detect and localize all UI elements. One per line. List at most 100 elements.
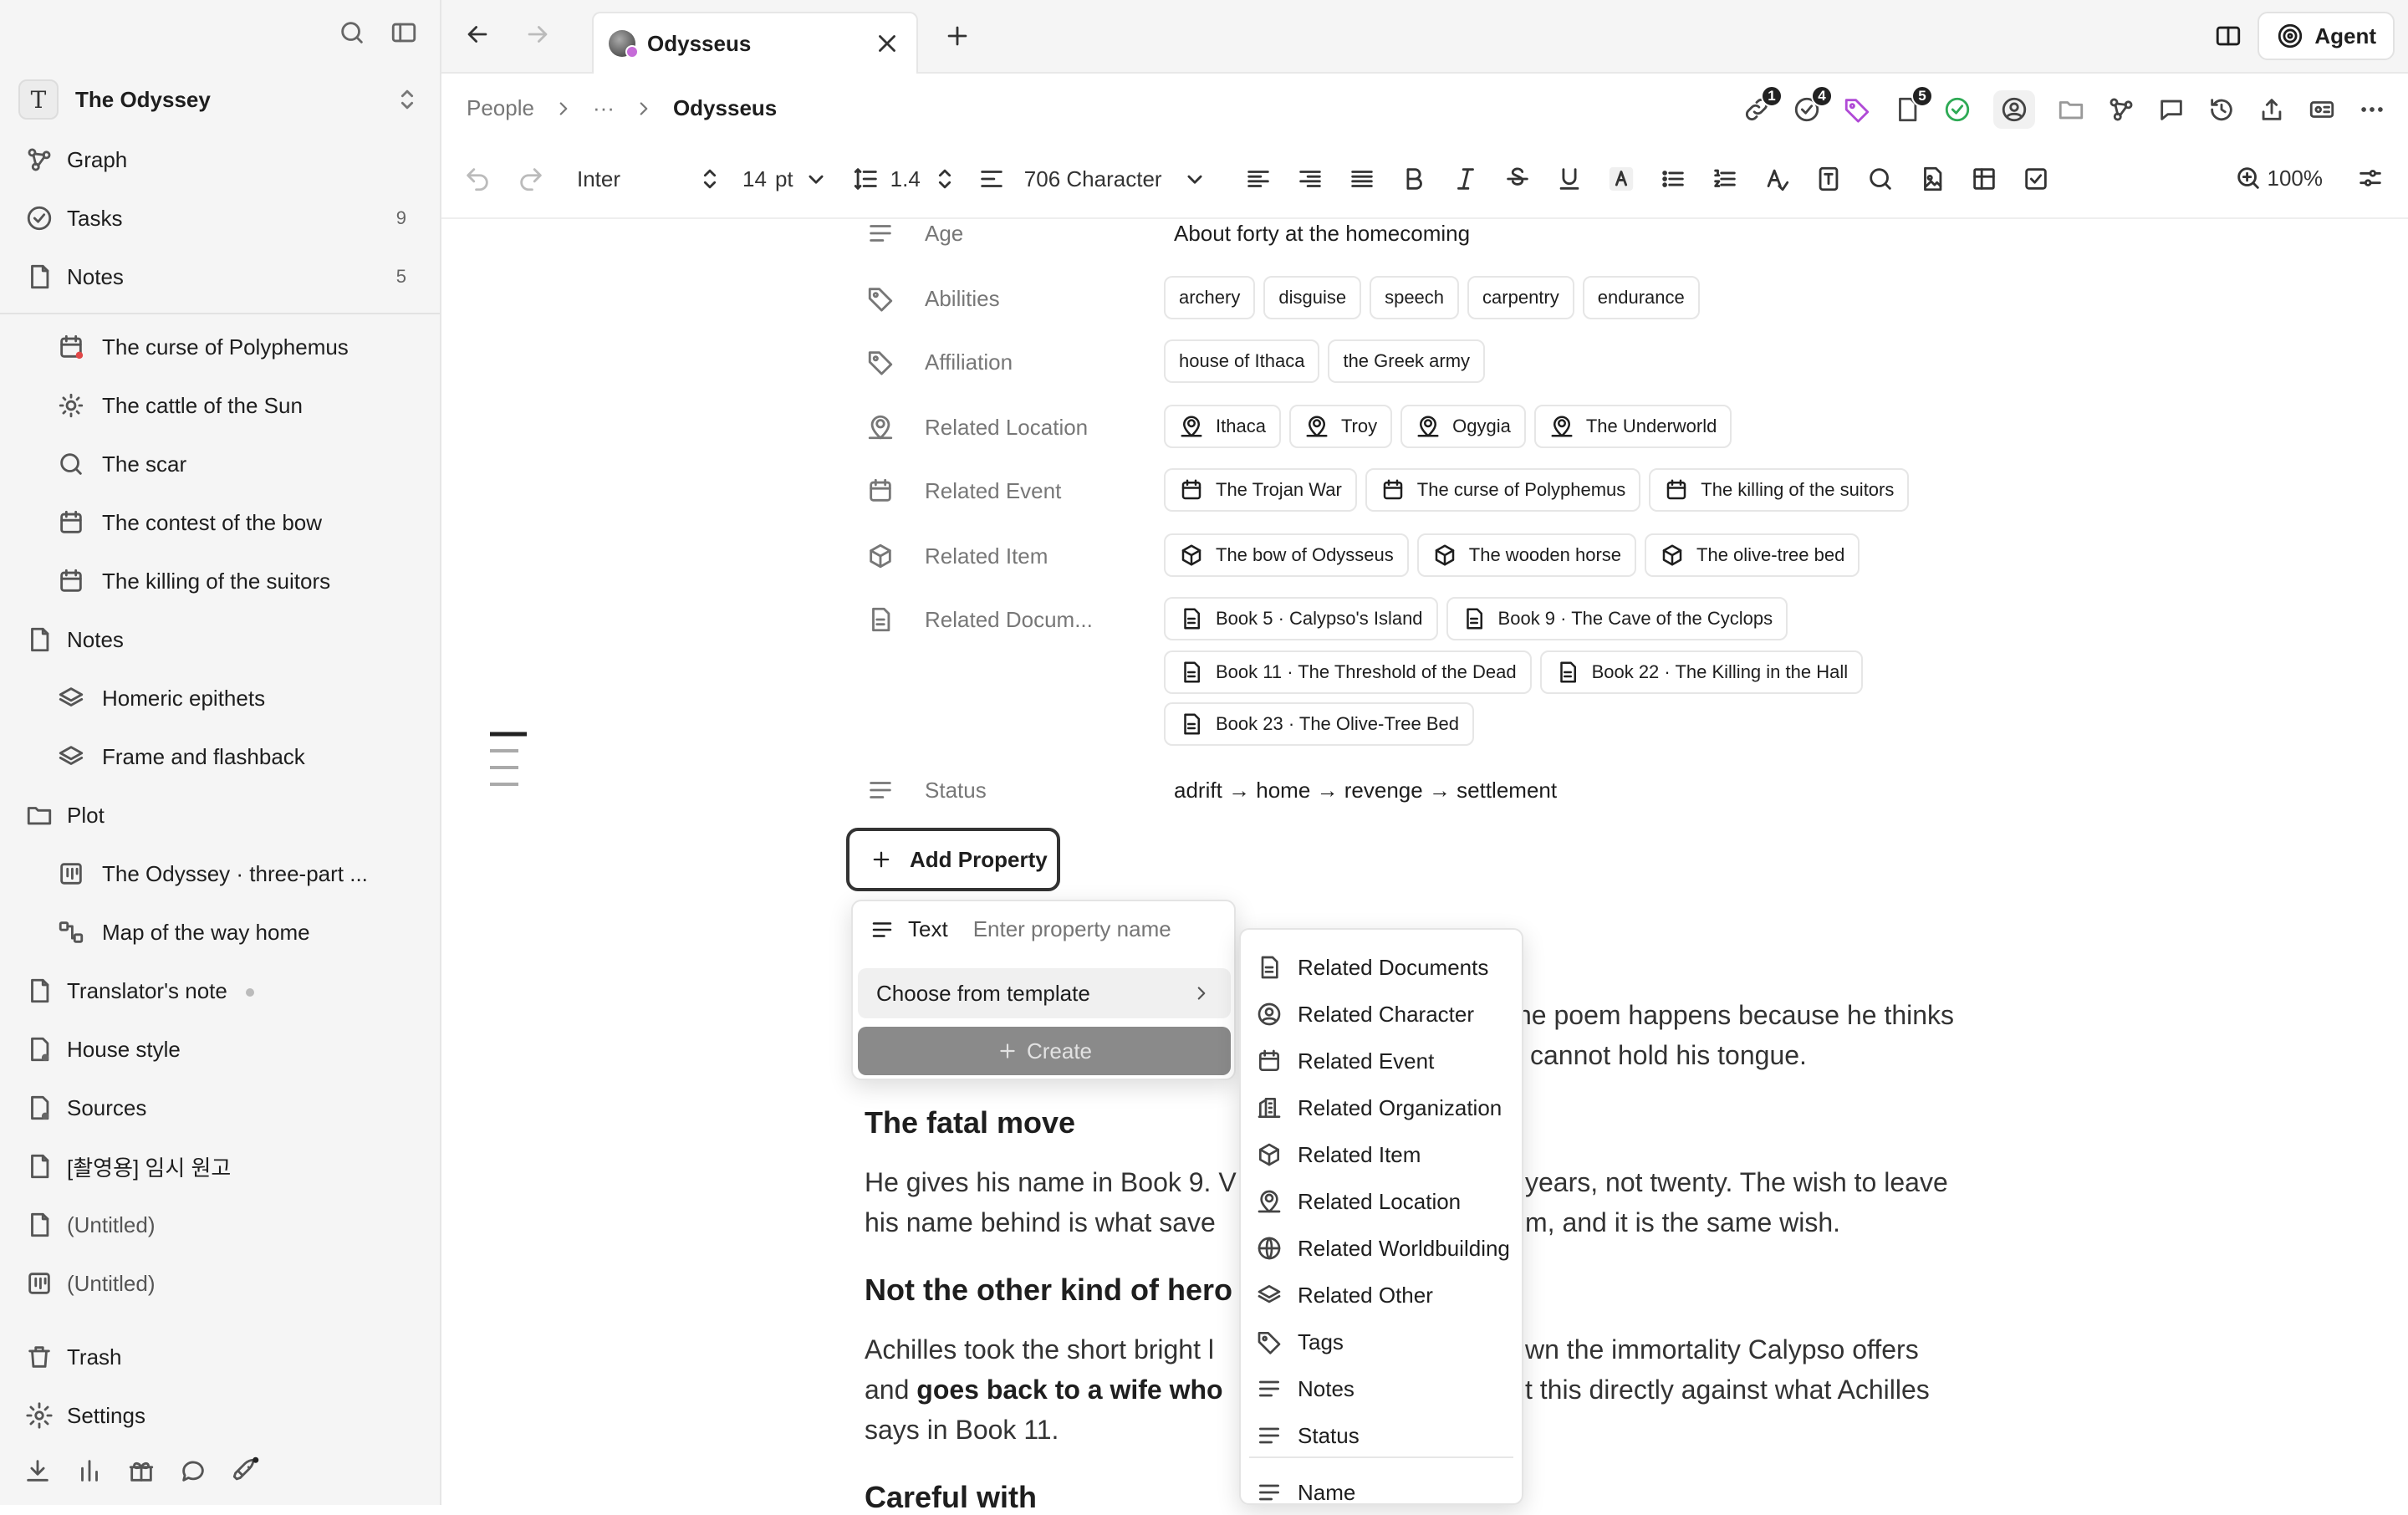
tag-chip[interactable]: disguise <box>1263 276 1362 319</box>
document-chip[interactable]: Book 9 · The Cave of the Cyclops <box>1446 597 1788 640</box>
strikethrough-icon[interactable] <box>1503 165 1532 193</box>
sidebar-item-homeric-epithets[interactable]: Homeric epithets <box>0 672 440 724</box>
underline-icon[interactable] <box>1555 165 1584 193</box>
document-chip[interactable]: Book 23 · The Olive-Tree Bed <box>1164 702 1475 746</box>
document-chip[interactable]: Book 5 · Calypso's Island <box>1164 597 1438 640</box>
menu-item-name[interactable]: Name <box>1256 1472 1355 1503</box>
id-card-icon[interactable] <box>2308 95 2336 124</box>
note-block-icon[interactable] <box>1814 165 1843 193</box>
sidebar-item-three-part[interactable]: The Odyssey · three-part ... <box>0 848 440 900</box>
menu-item-notes[interactable]: Notes <box>1256 1368 1354 1410</box>
sidebar-item-house-style[interactable]: House style <box>0 1023 440 1075</box>
event-chip[interactable]: The curse of Polyphemus <box>1365 468 1641 512</box>
template-select[interactable]: 706 Character <box>977 165 1209 193</box>
outline-toggle[interactable] <box>488 731 528 791</box>
redo-icon[interactable] <box>517 165 545 193</box>
property-value-status[interactable]: adrift → home → revenge → settlement <box>1174 778 1557 803</box>
zoom-value[interactable]: 100% <box>2268 166 2324 191</box>
font-size-select[interactable]: 14 pt <box>742 165 830 193</box>
menu-item-related-character[interactable]: Related Character <box>1256 993 1474 1035</box>
bold-icon[interactable] <box>1400 165 1428 193</box>
back-arrow-icon[interactable] <box>463 20 492 48</box>
tab-odysseus[interactable]: Odysseus <box>592 12 918 74</box>
sidebar-item-frame-and-flashback[interactable]: Frame and flashback <box>0 731 440 783</box>
share-icon[interactable] <box>2258 95 2286 124</box>
rocket-icon[interactable] <box>231 1456 259 1485</box>
location-chip[interactable]: Ogygia <box>1400 405 1526 448</box>
text-color-icon[interactable] <box>1607 165 1635 193</box>
numbered-list-icon[interactable] <box>1711 165 1739 193</box>
chat-icon[interactable] <box>179 1456 207 1485</box>
comment-icon[interactable] <box>2157 95 2186 124</box>
table-icon[interactable] <box>1970 165 1998 193</box>
sidebar-item-cattle-of-the-sun[interactable]: The cattle of the Sun <box>0 380 440 431</box>
sidebar-item-translators-note[interactable]: Translator's note <box>0 965 440 1017</box>
tag-chip[interactable]: speech <box>1370 276 1460 319</box>
sidebar-item-curse-of-polyphemus[interactable]: The curse of Polyphemus <box>0 321 440 373</box>
sidebar-item-notes[interactable]: Notes 5 <box>0 251 440 303</box>
menu-item-status[interactable]: Status <box>1256 1415 1360 1456</box>
sidebar-item-contest-of-the-bow[interactable]: The contest of the bow <box>0 497 440 548</box>
split-view-icon[interactable] <box>2214 22 2242 50</box>
create-property-button[interactable]: Create <box>858 1027 1231 1075</box>
image-doc-icon[interactable] <box>1918 165 1946 193</box>
sidebar-item-draft[interactable]: [촬영용] 임시 원고 <box>0 1140 440 1192</box>
clear-format-icon[interactable] <box>1763 165 1791 193</box>
breadcrumb-people[interactable]: People <box>467 95 534 121</box>
menu-item-related-documents[interactable]: Related Documents <box>1256 946 1488 988</box>
menu-item-tags[interactable]: Tags <box>1256 1321 1344 1363</box>
location-chip[interactable]: Troy <box>1288 405 1393 448</box>
sidebar-item-the-scar[interactable]: The scar <box>0 438 440 490</box>
property-value-age[interactable]: About forty at the homecoming <box>1174 221 1470 247</box>
item-chip[interactable]: The wooden horse <box>1416 533 1637 577</box>
sidebar-item-map-of-the-way-home[interactable]: Map of the way home <box>0 906 440 958</box>
sidebar-item-tasks[interactable]: Tasks 9 <box>0 192 440 244</box>
tag-chip[interactable]: endurance <box>1582 276 1700 319</box>
item-chip[interactable]: The bow of Odysseus <box>1164 533 1409 577</box>
bullet-list-icon[interactable] <box>1659 165 1687 193</box>
menu-item-related-worldbuilding[interactable]: Related Worldbuilding <box>1256 1227 1510 1269</box>
menu-item-related-organization[interactable]: Related Organization <box>1256 1087 1502 1129</box>
download-icon[interactable] <box>23 1456 52 1485</box>
tag-icon[interactable] <box>1843 95 1871 124</box>
history-icon[interactable] <box>2207 95 2236 124</box>
align-right-icon[interactable] <box>1296 165 1324 193</box>
event-chip[interactable]: The killing of the suitors <box>1649 468 1910 512</box>
choose-from-template-item[interactable]: Choose from template <box>858 968 1231 1018</box>
add-property-button[interactable]: Add Property <box>846 828 1060 891</box>
search-icon[interactable] <box>338 18 366 47</box>
menu-item-related-event[interactable]: Related Event <box>1256 1040 1434 1082</box>
settings-sliders-icon[interactable] <box>2356 164 2385 192</box>
breadcrumb-ellipsis[interactable]: ··· <box>593 95 615 121</box>
italic-icon[interactable] <box>1451 165 1480 193</box>
sidebar-item-plot[interactable]: Plot <box>0 789 440 841</box>
align-left-icon[interactable] <box>1244 165 1273 193</box>
person-circle-icon[interactable] <box>1993 90 2035 129</box>
document-chip[interactable]: Book 22 · The Killing in the Hall <box>1539 650 1864 694</box>
sidebar-item-graph[interactable]: Graph <box>0 134 440 186</box>
undo-icon[interactable] <box>463 165 492 193</box>
gift-icon[interactable] <box>127 1456 156 1485</box>
sidebar-item-untitled-2[interactable]: (Untitled) <box>0 1257 440 1309</box>
sidebar-item-sources[interactable]: Sources <box>0 1082 440 1134</box>
link-icon[interactable]: 1 <box>1742 85 1783 124</box>
workspace-switcher[interactable]: T The Odyssey <box>18 79 421 120</box>
tag-chip[interactable]: the Greek army <box>1328 339 1486 383</box>
tag-chip[interactable]: carpentry <box>1467 276 1574 319</box>
line-height-select[interactable]: 1.4 <box>852 165 959 193</box>
property-type-select[interactable]: Text <box>908 916 948 942</box>
event-chip[interactable]: The Trojan War <box>1164 468 1357 512</box>
item-chip[interactable]: The olive-tree bed <box>1645 533 1860 577</box>
more-icon[interactable] <box>2358 95 2386 124</box>
menu-item-related-location[interactable]: Related Location <box>1256 1181 1461 1222</box>
tag-chip[interactable]: archery <box>1164 276 1256 319</box>
tag-chip[interactable]: house of Ithaca <box>1164 339 1320 383</box>
location-chip[interactable]: Ithaca <box>1164 405 1281 448</box>
location-chip[interactable]: The Underworld <box>1533 405 1732 448</box>
pages-icon[interactable]: 5 <box>1893 85 1933 124</box>
close-icon[interactable] <box>873 29 901 58</box>
check-circle-icon[interactable] <box>1943 95 1972 124</box>
stats-icon[interactable] <box>75 1456 104 1485</box>
document-chip[interactable]: Book 11 · The Threshold of the Dead <box>1164 650 1532 694</box>
sidebar-item-notes-folder[interactable]: Notes <box>0 614 440 666</box>
